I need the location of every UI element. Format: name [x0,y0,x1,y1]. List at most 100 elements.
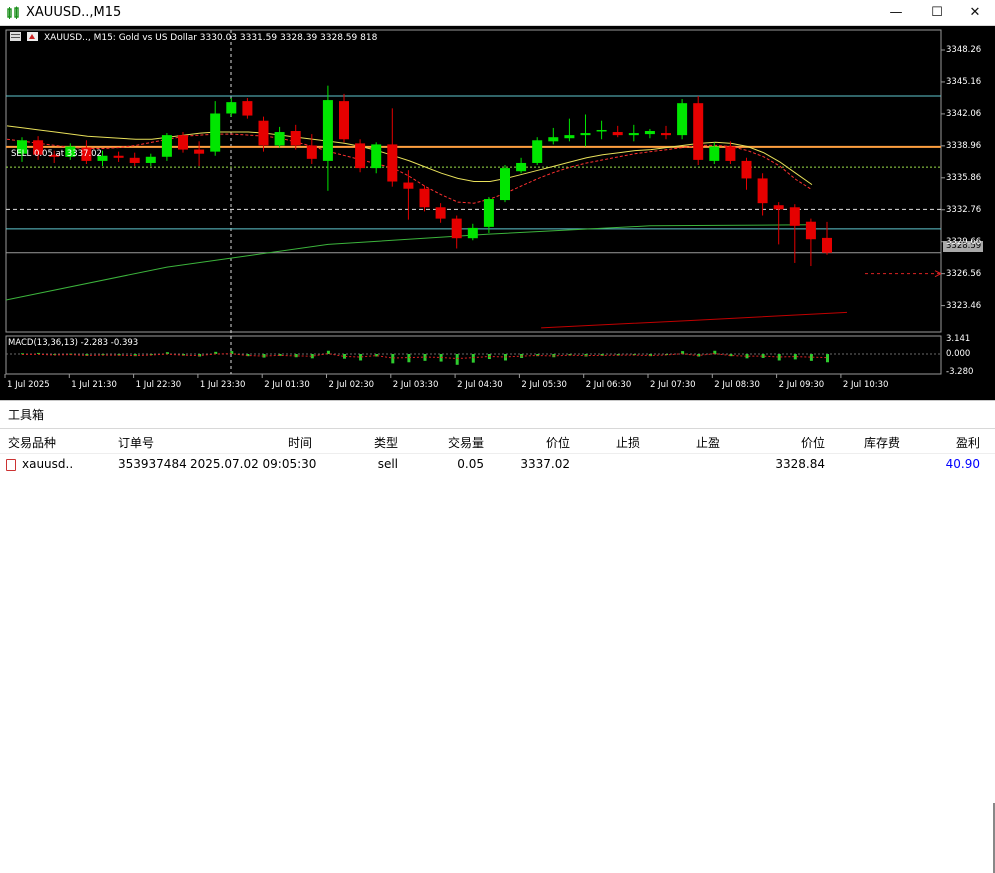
candle-body [290,131,301,146]
macd-bar [407,354,411,363]
candle-body [677,103,688,136]
time-axis-label: 2 Jul 06:30 [585,380,632,390]
candle-body [451,218,462,239]
candle-body [596,129,607,132]
macd-axis-label: 0.000 [946,349,971,359]
candle-body [661,133,671,136]
candle-body [789,207,800,226]
time-axis-label: 1 Jul 21:30 [71,380,117,390]
macd-bar [826,354,829,363]
candle-body [113,155,124,158]
col-header-symbol[interactable]: 交易品种 [8,434,56,451]
candle-body [725,146,736,161]
candle-body [435,207,446,219]
candle-body [322,100,333,161]
candle-body [467,227,478,239]
time-axis-label: 1 Jul 23:30 [199,380,246,390]
time-axis-label: 1 Jul 2025 [7,380,50,390]
candle-body [516,162,527,172]
price-chart[interactable]: XAUUSD.., M15: Gold vs US Dollar 3330.03… [0,26,995,400]
candle-body [194,149,205,154]
candle-body [129,157,140,163]
macd-bar [455,354,459,365]
col-header-sl[interactable]: 止损 [600,434,640,451]
candle-body [822,237,832,253]
macd-axis-label: 3.141 [946,334,971,344]
divider [0,428,995,429]
price-axis-label: 3329.66 [946,236,982,247]
candle-body [709,146,720,161]
candle-body [226,102,237,114]
one-click-trading-icon[interactable] [27,32,38,41]
price-axis-label: 3326.56 [946,268,982,279]
col-header-swap[interactable]: 库存费 [840,434,900,451]
candle-body [628,133,639,136]
ma-long-line [541,311,848,329]
cell-time: 2025.07.02 09:05:30 [190,457,317,471]
toolbox-title[interactable]: 工具箱 [8,406,44,423]
candle-body [178,135,188,150]
col-header-open-price[interactable]: 价位 [500,434,570,451]
time-axis-label: 2 Jul 02:30 [328,380,375,390]
ma-slow-line [6,125,813,186]
candle-body [757,178,768,204]
time-axis-label: 2 Jul 10:30 [842,380,889,390]
window-title: XAUUSD..,M15 [26,5,122,20]
candle-body [612,132,623,136]
col-header-profit[interactable]: 盈利 [930,434,980,451]
candle-body [580,133,591,136]
sell-order-label: SELL 0.05 at 3337.02 [11,149,102,159]
price-axis-label: 3338.96 [946,140,982,151]
time-axis-label: 2 Jul 08:30 [714,380,760,390]
price-axis-label: 3323.46 [946,300,982,311]
chart-icon [7,6,19,19]
candle-body [564,135,575,139]
cell-profit: 40.90 [945,457,980,471]
price-axis-label: 3335.86 [946,172,982,183]
candle-body [387,144,398,182]
close-button[interactable]: ✕ [955,0,995,26]
candle-body [805,221,816,240]
col-header-time[interactable]: 时间 [240,434,312,451]
candle-body [548,137,559,142]
time-axis-label: 2 Jul 04:30 [457,380,503,390]
cell-ticket: 353937484 [118,457,187,471]
candle-body [500,168,510,201]
ma-mid-line [5,224,812,301]
toolbox-panel: 工具箱 交易品种 订单号 时间 类型 交易量 价位 止损 止盈 价位 库存费 盈… [0,400,995,873]
price-axis-label: 3332.76 [946,204,982,215]
macd-indicator-label: MACD(13,36,13) -2.283 -0.393 [8,338,139,348]
price-axis-label: 3342.06 [946,108,982,119]
maximize-button[interactable]: ☐ [917,0,957,26]
chart-menu-icon[interactable] [10,32,21,41]
chart-info-bar: XAUUSD.., M15: Gold vs US Dollar 3330.03… [10,32,377,43]
candle-body [741,160,752,179]
col-header-price[interactable]: 价位 [770,434,825,451]
candle-body [274,132,285,146]
col-header-tp[interactable]: 止盈 [680,434,720,451]
time-axis-label: 2 Jul 09:30 [778,380,825,390]
candle-body [483,199,494,227]
candle-body [644,131,655,135]
candle-body [532,140,543,163]
time-axis-label: 2 Jul 01:30 [264,380,310,390]
candle-body [339,101,349,140]
candle-body [371,144,382,169]
col-header-ticket[interactable]: 订单号 [118,434,154,451]
col-header-volume[interactable]: 交易量 [420,434,484,451]
candle-body [419,188,430,208]
candle-body [403,182,414,189]
window-titlebar: XAUUSD..,M15 — ☐ ✕ [0,0,995,26]
price-axis-label: 3345.16 [946,76,982,87]
cell-symbol: xauusd.. [22,457,74,471]
macd-bar [471,354,475,363]
candle-body [210,113,221,152]
candle-body [145,156,156,163]
col-header-type[interactable]: 类型 [350,434,398,451]
candle-body [306,145,317,159]
candle-body [693,103,704,160]
chart-canvas[interactable] [0,26,995,400]
macd-bar [391,354,395,364]
time-axis-label: 1 Jul 22:30 [135,380,182,390]
minimize-button[interactable]: — [876,0,916,26]
